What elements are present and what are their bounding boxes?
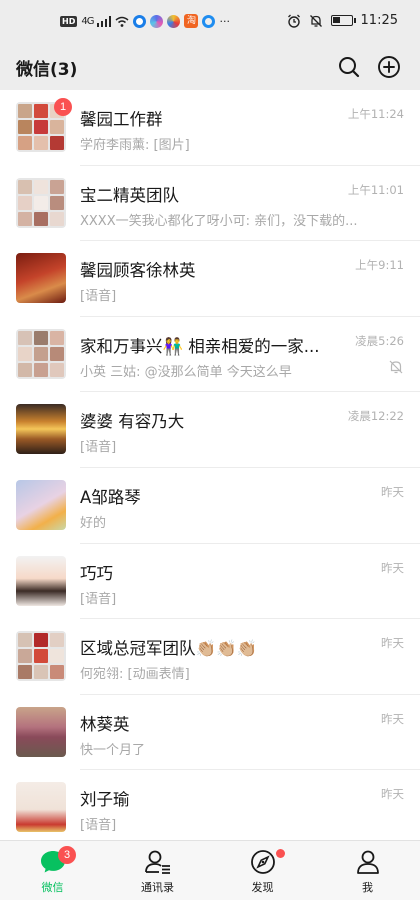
message-time: 上午11:24 [347, 107, 404, 121]
message-time: 上午11:01 [347, 182, 404, 197]
hd-badge: HD [60, 15, 78, 27]
message-time: 凌晨5:26 [355, 333, 404, 348]
chat-name: 林葵英 [80, 714, 130, 734]
ring-app-icon [133, 14, 147, 28]
chat-row[interactable]: 林葵英快一个月了 昨天 [0, 695, 420, 771]
notification-dot [276, 849, 285, 858]
avatar[interactable] [16, 253, 66, 304]
browser-app-icon [167, 14, 181, 28]
unread-badge: 1 [54, 98, 72, 116]
chat-name: 区域总冠军团队👏🏼👏🏼👏🏼 [80, 639, 258, 659]
message-preview: XXXX一笑我心都化了呀小可: 亲们，没下载的... [80, 213, 358, 229]
message-time: 昨天 [381, 787, 404, 802]
status-right: 11:25 [287, 13, 398, 28]
chat-row[interactable]: 巧巧 [语音] 昨天 [0, 544, 420, 620]
message-time: 凌晨12:22 [347, 409, 404, 424]
chat-row[interactable]: 1 馨园工作群学府李雨薰: [图片] 上午11:24 [0, 90, 420, 166]
chat-name: 馨园顾客徐林英 [80, 261, 196, 281]
chat-name: A邹路琴 [80, 487, 141, 507]
chat-row[interactable]: 家和万事兴👫 相亲相爱的一家... 小英 三姑: @没那么简单 今天这么早 凌晨5:… [0, 317, 420, 393]
chat-name: 馨园工作群 [80, 110, 163, 129]
search-button[interactable] [334, 52, 364, 82]
avatar[interactable] [16, 404, 66, 455]
chat-row[interactable]: 宝二精英团队 XXXX一笑我心都化了呀小可: 亲们，没下载的... 上午11:01 [0, 166, 420, 242]
message-preview: 何宛翎: [动画表情] [80, 667, 190, 683]
message-preview: 学府李雨薰: [图片] [80, 138, 190, 153]
chat-row[interactable]: 刘子瑜 [语音] 昨天 [0, 770, 420, 840]
tab-label: 我 [362, 881, 373, 894]
add-circle-icon [378, 56, 400, 78]
chat-row[interactable]: A邹路琴好的 昨天 [0, 468, 420, 544]
bottom-tab-bar: 3 微信 通讯录 发现 我 [0, 840, 420, 900]
page-title: 微信(3) [16, 60, 78, 80]
chat-row[interactable]: 婆婆 有容乃大 [语音] 凌晨12:22 [0, 392, 420, 468]
chat-row[interactable]: 馨园顾客徐林英 [语音] 上午9:11 [0, 241, 420, 317]
add-button[interactable] [374, 52, 404, 82]
message-preview: [语音] [80, 289, 117, 305]
message-time: 昨天 [381, 636, 404, 651]
group-avatar[interactable] [16, 177, 66, 228]
status-left: HD 4G 淘 ··· [60, 14, 230, 28]
compass-icon [250, 850, 275, 874]
tab-contacts[interactable]: 通讯录 [105, 841, 210, 900]
status-bar: HD 4G 淘 ··· 11:25 [0, 0, 420, 46]
chat-name: 宝二精英团队 [80, 185, 179, 205]
tab-label: 通讯录 [141, 881, 174, 894]
alarm-icon [287, 14, 300, 28]
signal-icon [97, 15, 112, 27]
message-preview: 快一个月了 [80, 742, 146, 758]
chat-name: 家和万事兴👫 相亲相爱的一家... [80, 336, 320, 356]
message-preview: 小英 三姑: @没那么简单 今天这么早 [80, 364, 292, 380]
silent-icon [309, 14, 322, 27]
message-time: 昨天 [381, 560, 404, 575]
message-preview: [语音] [80, 818, 117, 834]
more-notifications: ··· [219, 14, 230, 28]
blue-ring-app-icon [202, 14, 216, 28]
pinwheel-app-icon [150, 14, 164, 28]
chat-name: 刘子瑜 [80, 790, 130, 810]
avatar[interactable] [16, 555, 66, 606]
tab-chats[interactable]: 3 微信 [0, 841, 105, 900]
battery-icon [330, 15, 356, 26]
message-time: 上午9:11 [355, 258, 404, 273]
mute-bell-icon [389, 360, 403, 374]
wifi-icon [115, 16, 129, 27]
contacts-icon [144, 850, 170, 874]
clock: 11:25 [360, 13, 398, 28]
group-avatar[interactable] [16, 631, 66, 682]
person-icon [356, 850, 379, 874]
taobao-app-icon: 淘 [184, 14, 199, 28]
message-preview: [语音] [80, 591, 117, 607]
search-icon [339, 57, 360, 78]
chat-list[interactable]: 1 馨园工作群学府李雨薰: [图片] 上午11:24 宝二精英团队 XXXX一笑我心都化… [0, 90, 420, 840]
tab-me[interactable]: 我 [315, 841, 420, 900]
tab-discover[interactable]: 发现 [210, 841, 315, 900]
tab-label: 发现 [251, 881, 274, 894]
chat-row[interactable]: 区域总冠军团队👏🏼👏🏼👏🏼 何宛翎: [动画表情] 昨天 [0, 619, 420, 695]
avatar[interactable] [16, 479, 66, 530]
message-preview: [语音] [80, 440, 117, 456]
app-header: 微信(3) [0, 46, 420, 88]
network-gen: 4G [81, 15, 94, 27]
chat-name: 巧巧 [80, 563, 113, 583]
message-time: 昨天 [381, 711, 404, 726]
chat-name: 婆婆 有容乃大 [80, 412, 185, 432]
avatar[interactable] [16, 782, 66, 833]
avatar[interactable] [16, 706, 66, 757]
unread-badge: 3 [58, 846, 76, 864]
message-time: 昨天 [381, 484, 404, 499]
tab-label: 微信 [41, 881, 64, 894]
group-avatar[interactable] [16, 328, 66, 379]
message-preview: 好的 [80, 515, 107, 531]
